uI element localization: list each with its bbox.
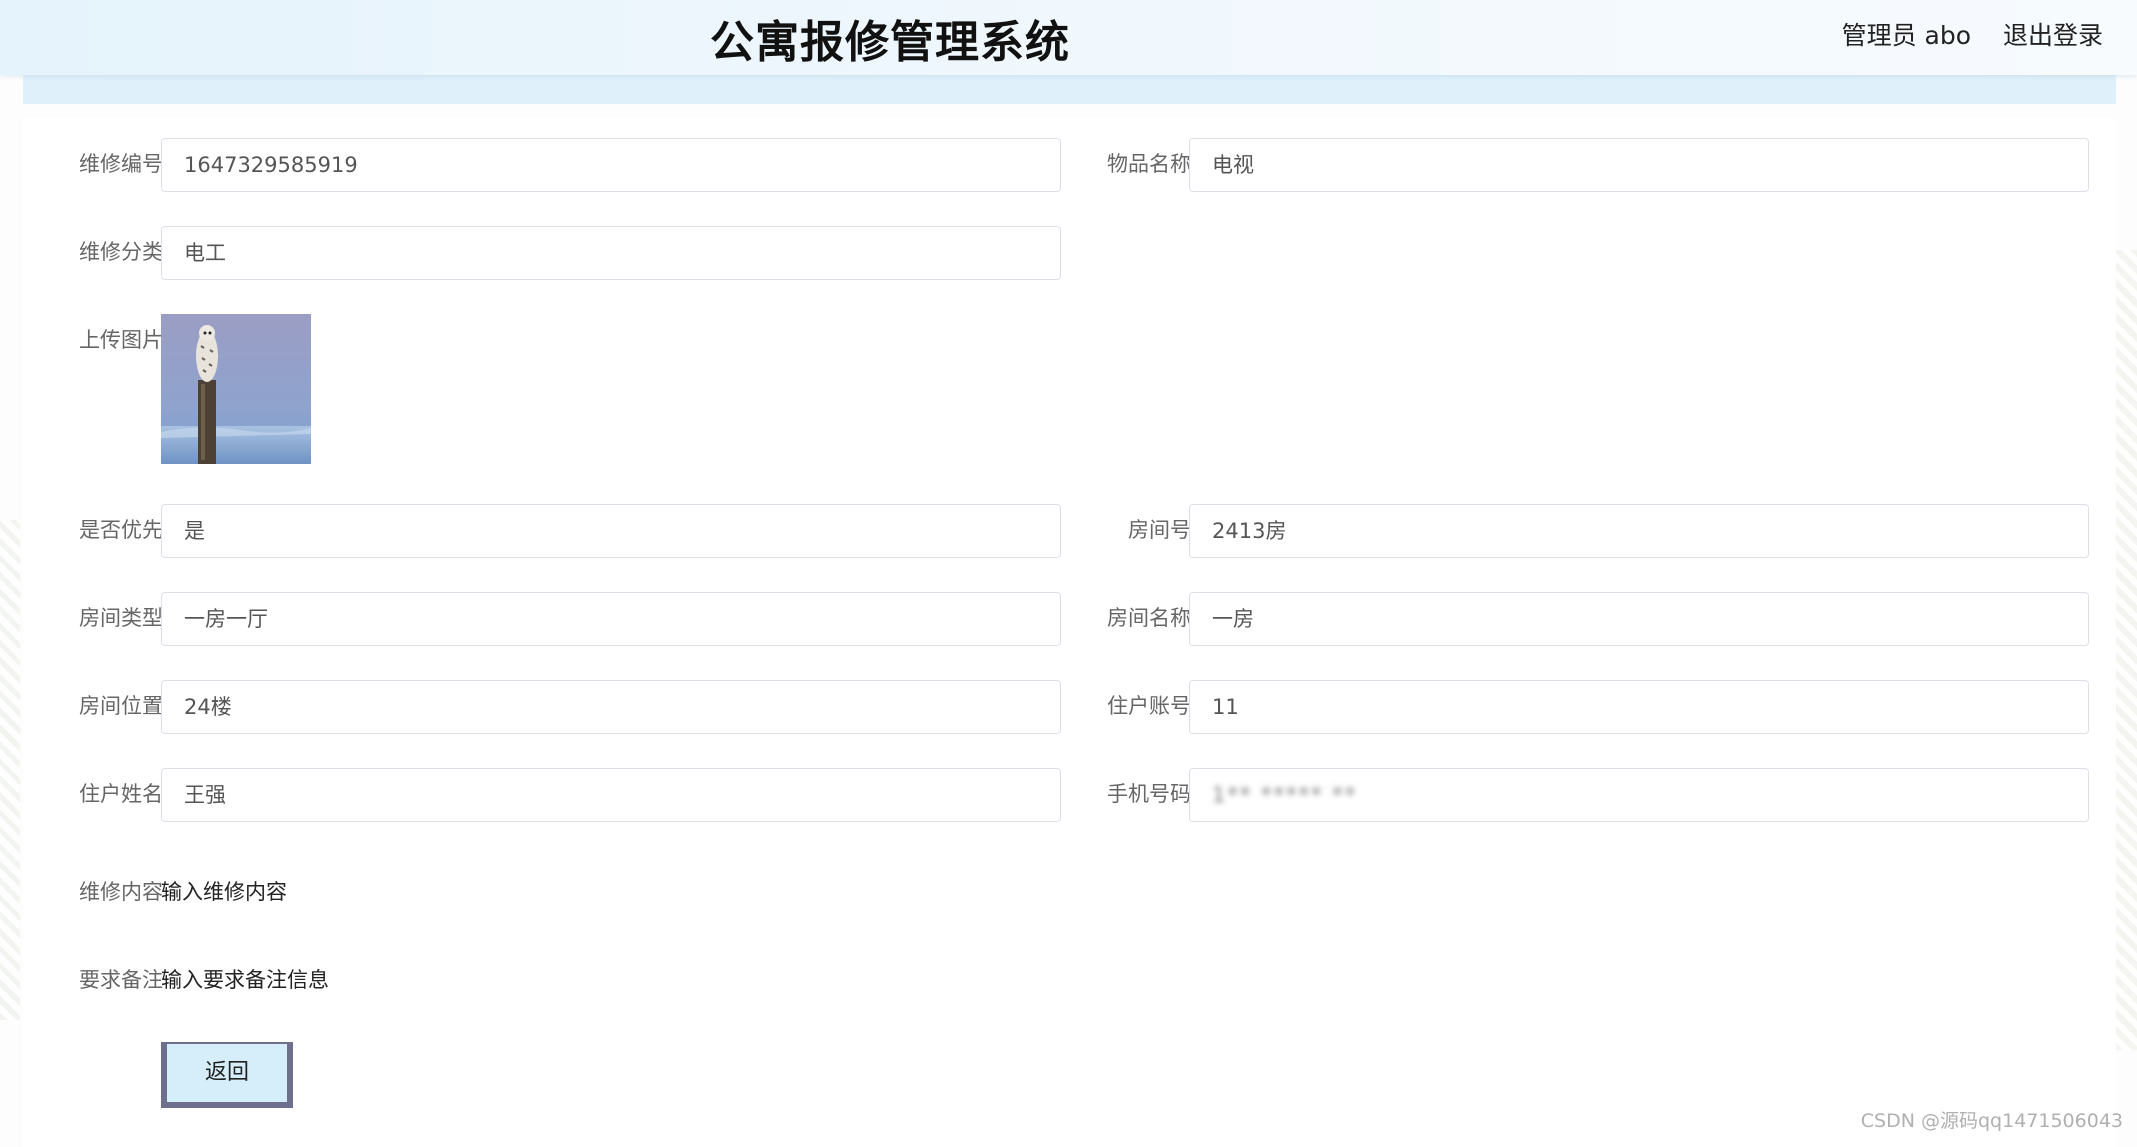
room-no-label: 房间号 [1128, 518, 1191, 542]
room-type-field[interactable]: 一房一厅 [161, 592, 1061, 646]
tenant-name-field[interactable]: 王强 [161, 768, 1061, 822]
repair-no-label: 维修编号 [79, 152, 163, 176]
tenant-account-field[interactable]: 11 [1189, 680, 2089, 734]
phone-value-redacted: 1** ***** ** [1212, 783, 1358, 807]
phone-label: 手机号码 [1107, 782, 1191, 806]
page: 公寓报修管理系统 管理员 abo 退出登录 维修编号 1647329585919… [0, 0, 2137, 1147]
remarks-value[interactable]: 输入要求备注信息 [161, 966, 329, 994]
current-user: 管理员 abo [1841, 21, 1971, 50]
app-title: 公寓报修管理系统 [710, 17, 1070, 68]
item-name-field[interactable]: 电视 [1189, 138, 2089, 192]
phone-field[interactable]: 1** ***** ** [1189, 768, 2089, 822]
room-location-label: 房间位置 [79, 694, 163, 718]
tenant-account-label: 住户账号 [1107, 694, 1191, 718]
repair-content-label: 维修内容 [79, 880, 163, 904]
top-header: 公寓报修管理系统 管理员 abo 退出登录 [0, 0, 2137, 75]
csdn-watermark: CSDN @源码qq1471506043 [1860, 1110, 2123, 1132]
tenant-name-label: 住户姓名 [79, 782, 163, 806]
room-type-label: 房间类型 [79, 606, 163, 630]
repair-detail-form: 维修编号 1647329585919 物品名称 电视 维修分类 电工 上传图片 [23, 118, 2116, 1147]
priority-label: 是否优先 [79, 518, 163, 542]
priority-field[interactable]: 是 [161, 504, 1061, 558]
category-field[interactable]: 电工 [161, 226, 1061, 280]
remarks-label: 要求备注 [79, 968, 163, 992]
owl-photo [161, 314, 311, 464]
upload-image-label: 上传图片 [79, 328, 163, 352]
back-button[interactable]: 返回 [161, 1042, 293, 1108]
item-name-label: 物品名称 [1107, 152, 1191, 176]
room-location-field[interactable]: 24楼 [161, 680, 1061, 734]
room-name-field[interactable]: 一房 [1189, 592, 2089, 646]
repair-content-value[interactable]: 输入维修内容 [161, 878, 287, 906]
room-name-label: 房间名称 [1107, 606, 1191, 630]
repair-no-field[interactable]: 1647329585919 [161, 138, 1061, 192]
room-no-field[interactable]: 2413房 [1189, 504, 2089, 558]
logout-link[interactable]: 退出登录 [2003, 16, 2103, 52]
background-decoration [0, 520, 20, 1020]
category-label: 维修分类 [79, 240, 163, 264]
uploaded-image[interactable] [161, 314, 311, 464]
background-decoration [2115, 250, 2137, 1050]
